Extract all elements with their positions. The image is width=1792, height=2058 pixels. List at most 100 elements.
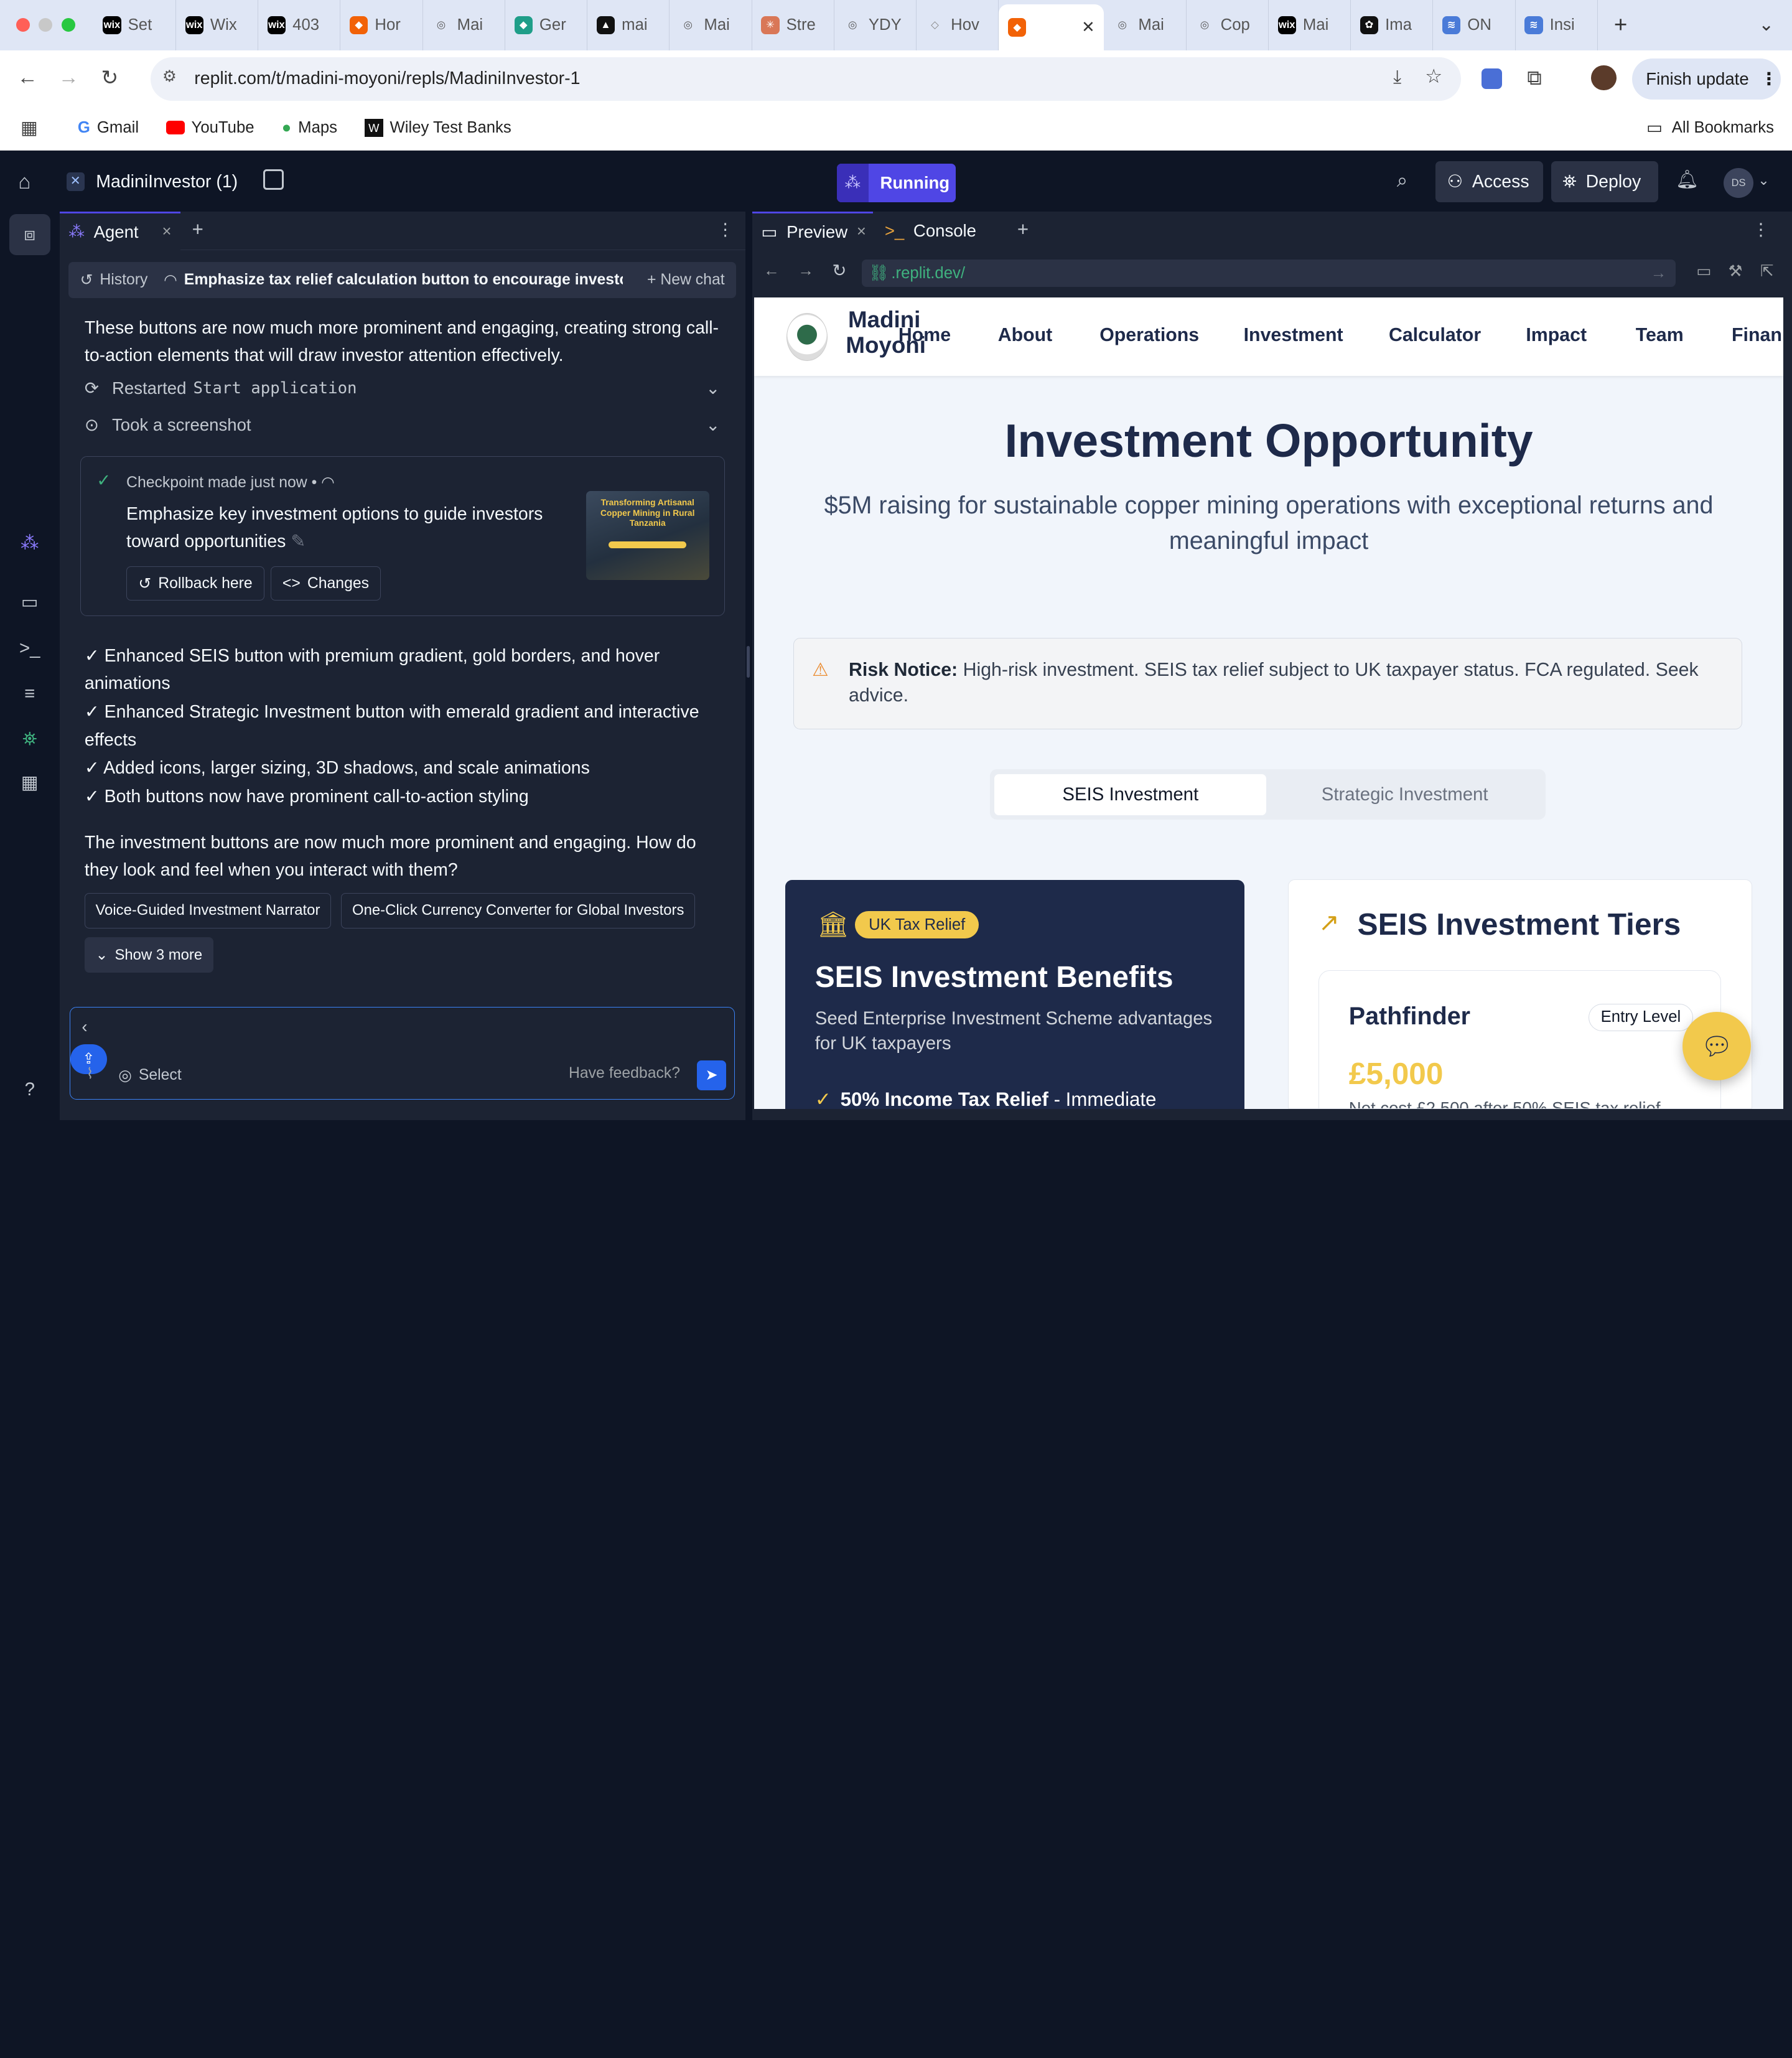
deployments-icon[interactable]: ⛯ (16, 726, 44, 753)
nav-home[interactable]: Home (898, 325, 951, 346)
extension-icon[interactable] (1481, 68, 1502, 90)
minimize-window-button[interactable] (39, 18, 53, 32)
new-chat-button[interactable]: + New chat (647, 271, 725, 289)
site-logo[interactable] (786, 313, 828, 362)
open-new-window-icon[interactable]: ⇱ (1760, 262, 1774, 281)
extensions-puzzle-icon[interactable]: ⧉ (1527, 67, 1542, 90)
profile-avatar[interactable] (1591, 65, 1617, 91)
preview-back-icon[interactable]: ← (763, 262, 780, 280)
search-icon[interactable]: ⌕ (1397, 169, 1407, 192)
browser-tab[interactable]: wix 403 (258, 0, 341, 50)
browser-tab[interactable]: ≋ ON (1433, 0, 1516, 50)
pane-menu-icon[interactable]: ⋮ (1752, 220, 1770, 240)
zoom-window-button[interactable] (62, 18, 76, 32)
browser-tab[interactable]: ▲ mai (587, 0, 670, 50)
show-more-button[interactable]: ⌄ Show 3 more (84, 937, 213, 973)
new-tab-plus-icon[interactable]: + (1607, 12, 1635, 38)
browser-tab[interactable]: ≋ Insi (1516, 0, 1598, 50)
nav-about[interactable]: About (998, 325, 1053, 346)
browser-tab[interactable]: ◆ Ger (505, 0, 588, 50)
tab-console[interactable]: >_ Console (885, 212, 1004, 250)
browser-tab[interactable]: ✿ Ima (1351, 0, 1434, 50)
select-element-button[interactable]: ◎ Select (118, 1066, 182, 1085)
workspace-icon[interactable]: ⧈ (16, 221, 44, 248)
nav-team[interactable]: Team (1636, 325, 1684, 346)
tier-card[interactable]: Pathfinder Entry Level £5,000 Net cost £… (1318, 970, 1721, 1108)
browser-tab[interactable]: ◎ Mai (423, 0, 505, 50)
send-icon[interactable]: ➤ (696, 1060, 727, 1090)
toggle-strategic[interactable]: Strategic Investment (1269, 774, 1541, 815)
bookmark-maps[interactable]: ● Maps (282, 119, 337, 137)
nav-finance[interactable]: Financ (1732, 325, 1782, 346)
chat-bubble-button[interactable]: 💬︎ (1682, 1011, 1752, 1080)
open-arrow-icon[interactable]: → (1651, 264, 1667, 283)
attach-paperclip-icon[interactable]: ⌇ (86, 1065, 94, 1083)
forward-arrow-icon[interactable]: → (48, 66, 89, 90)
tab-preview[interactable]: ▭ Preview × (752, 211, 874, 250)
browser-tab[interactable]: ◎ Cop (1187, 0, 1269, 50)
history-button[interactable]: History (100, 271, 147, 289)
changes-button[interactable]: <> Changes (270, 566, 381, 601)
close-tab-icon[interactable]: × (162, 223, 172, 241)
add-tab-plus-icon[interactable]: + (1017, 218, 1029, 241)
browser-tab[interactable]: wix Mai (1269, 0, 1351, 50)
deploy-button[interactable]: ⛯ Deploy (1551, 161, 1659, 203)
project-name[interactable]: MadiniInvestor (1) (96, 172, 238, 192)
feedback-link[interactable]: Have feedback? (569, 1065, 680, 1082)
browser-tab[interactable]: ◎ YDY (834, 0, 917, 50)
edit-pencil-icon[interactable]: ✎ (291, 531, 306, 551)
all-tools-grid-icon[interactable]: ▦ (16, 769, 44, 797)
agent-input-box[interactable]: ‹ ⇪ ⌇ ◎ Select Have feedback? ➤ (70, 1007, 735, 1100)
browser-tab[interactable]: ◇ Hov (917, 0, 999, 50)
browser-tab[interactable]: ◆ ✕ (999, 4, 1104, 50)
browser-tab[interactable]: ✳ Stre (752, 0, 834, 50)
suggestion-chip[interactable]: Voice-Guided Investment Narrator (84, 892, 331, 928)
finish-update-button[interactable]: Finish update ⋮ (1632, 58, 1781, 100)
apps-grid-icon[interactable]: ▦ (21, 117, 44, 139)
screenshot-row[interactable]: ⊙ Took a screenshot ⌄ (85, 415, 720, 435)
browser-tab[interactable]: ◎ Mai (1104, 0, 1187, 50)
devtools-wrench-icon[interactable]: ⚒ (1729, 262, 1743, 281)
preview-monitor-icon[interactable]: ▭ (16, 589, 44, 616)
browser-tab[interactable]: ◎ Mai (670, 0, 752, 50)
bookmark-star-icon[interactable]: ☆ (1425, 65, 1442, 88)
preview-reload-icon[interactable]: ↻ (832, 261, 846, 281)
nav-investment[interactable]: Investment (1244, 325, 1343, 346)
pane-menu-icon[interactable]: ⋮ (717, 220, 734, 240)
tab-agent[interactable]: ⁂ Agent × (59, 211, 181, 251)
avatar-chevron-icon[interactable]: ⌄ (1758, 172, 1769, 189)
toggle-seis[interactable]: SEIS Investment (994, 774, 1267, 815)
restarted-row[interactable]: ⟳ Restarted Start application ⌄ (85, 378, 720, 398)
nav-calculator[interactable]: Calculator (1389, 325, 1481, 346)
menu-dots-icon[interactable]: ⋮ (1760, 69, 1778, 89)
tab-search-chevron-icon[interactable]: ⌄ (1758, 14, 1774, 35)
address-bar[interactable]: ⚙ replit.com/t/madini-moyoni/repls/Madin… (151, 57, 1461, 101)
agent-icon[interactable]: ⁂ (16, 530, 44, 557)
notifications-bell-icon[interactable]: 🔔︎ (1676, 169, 1699, 190)
agent-input-text[interactable]: ‹ (82, 1017, 87, 1037)
nav-operations[interactable]: Operations (1099, 325, 1199, 346)
help-icon[interactable]: ? (16, 1076, 44, 1103)
home-icon[interactable]: ⌂ (18, 171, 30, 194)
run-status-button[interactable]: ⁂ Running (836, 163, 956, 203)
back-arrow-icon[interactable]: ← (7, 66, 48, 90)
expand-chevron-icon[interactable]: ⌄ (706, 378, 720, 398)
install-app-icon[interactable]: ⤓ (1393, 67, 1401, 88)
suggestion-chip[interactable]: One-Click Currency Converter for Global … (341, 892, 695, 928)
close-tab-icon[interactable]: ✕ (1081, 18, 1095, 37)
user-avatar[interactable]: DS (1724, 168, 1753, 198)
database-icon[interactable]: ≡ (16, 680, 44, 708)
access-button[interactable]: ⚇ Access (1435, 161, 1543, 203)
reload-icon[interactable]: ↻ (89, 65, 130, 90)
nav-impact[interactable]: Impact (1526, 325, 1587, 346)
bookmark-youtube[interactable]: YouTube (166, 119, 254, 137)
bookmark-wiley[interactable]: W Wiley Test Banks (365, 118, 511, 137)
console-icon[interactable]: >_ (16, 635, 44, 662)
expand-chevron-icon[interactable]: ⌄ (706, 415, 720, 435)
files-icon[interactable] (263, 169, 284, 190)
browser-tab[interactable]: ◆ Hor (340, 0, 423, 50)
site-info-icon[interactable]: ⚙ (162, 67, 177, 86)
bookmark-gmail[interactable]: G Gmail (78, 119, 139, 137)
add-tab-plus-icon[interactable]: + (192, 218, 203, 241)
close-tab-icon[interactable]: × (857, 223, 866, 241)
